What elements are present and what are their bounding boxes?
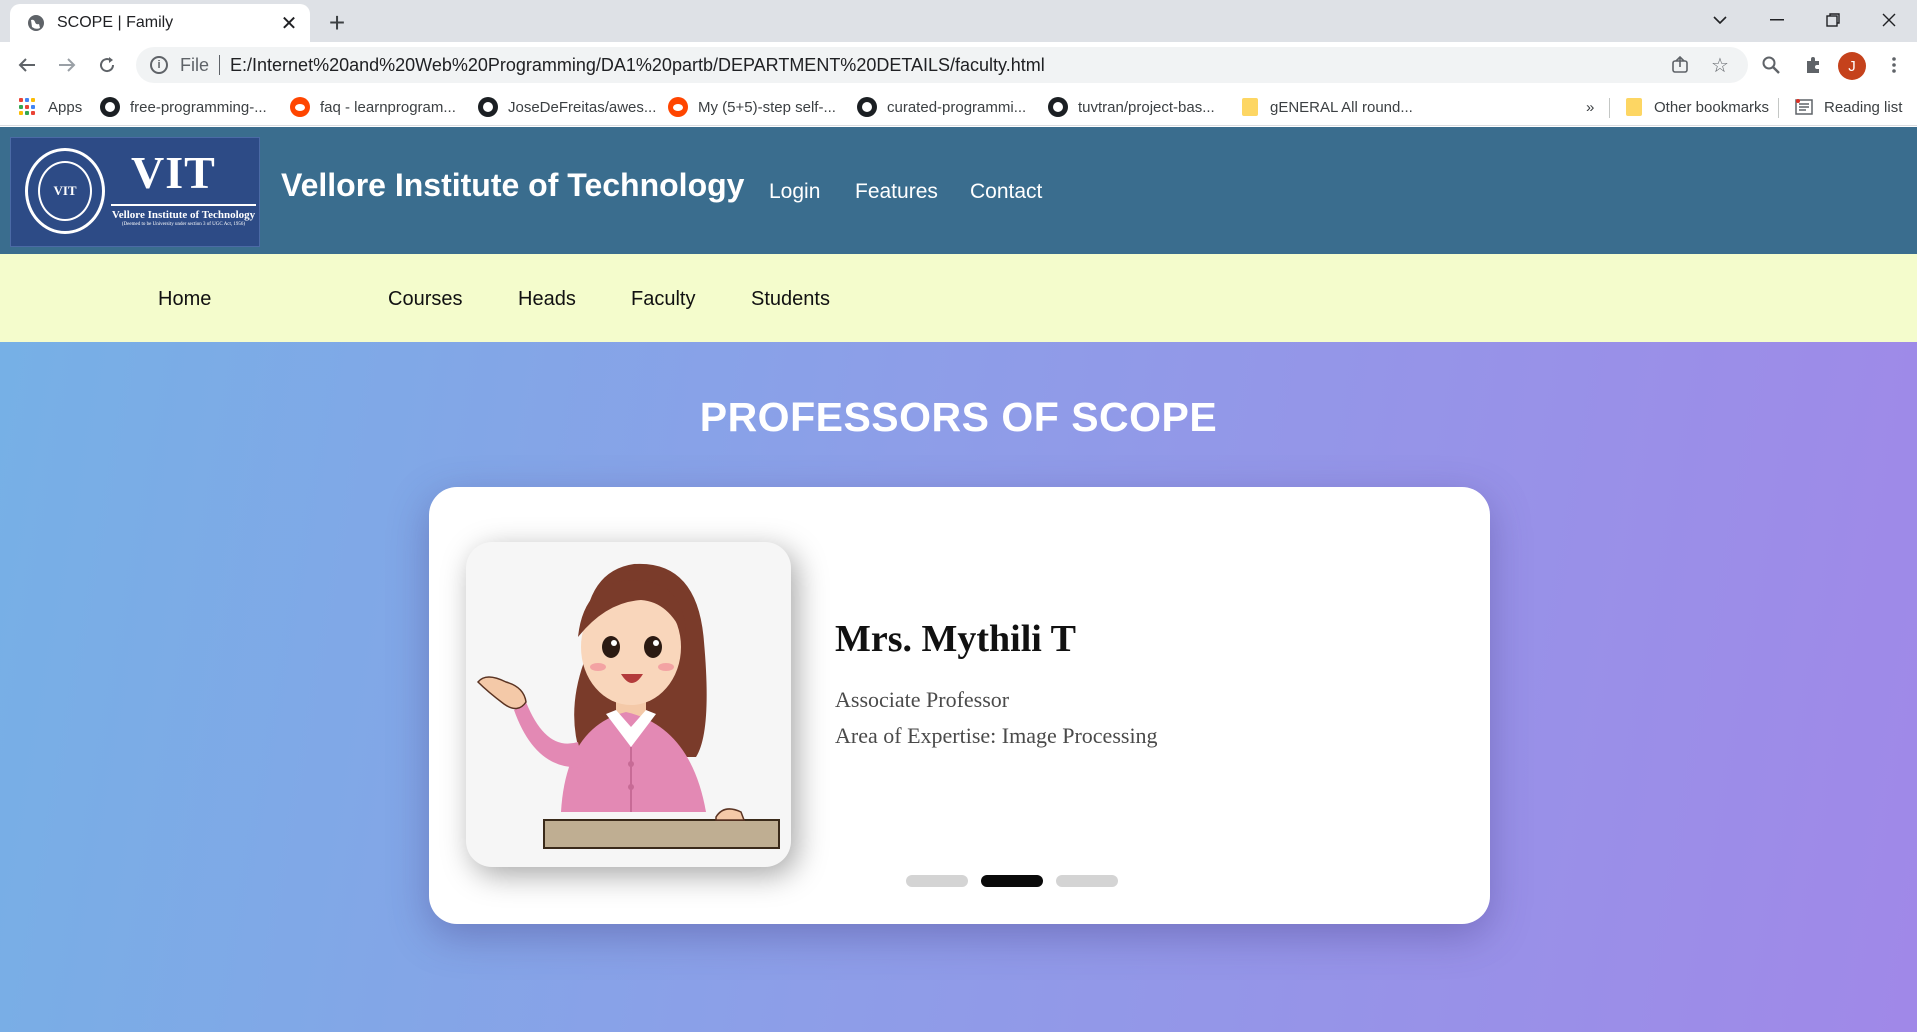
close-tab-icon[interactable]: ✕	[278, 12, 300, 35]
restore-icon[interactable]	[1813, 4, 1853, 36]
share-icon[interactable]	[1662, 47, 1698, 83]
bookmark-item[interactable]: free-programming-...	[100, 93, 267, 121]
reddit-icon	[668, 97, 688, 117]
browser-toolbar: i File E:/Internet%20and%20Web%20Program…	[0, 42, 1917, 88]
reading-list-icon	[1794, 97, 1814, 117]
carousel-dot-active[interactable]	[981, 875, 1043, 887]
professors-section: PROFESSORS OF SCOPE Mrs. Mythili T Assoc…	[0, 342, 1917, 1032]
more-menu-icon[interactable]	[1877, 48, 1911, 82]
bookmark-item[interactable]: faq - learnprogram...	[290, 93, 456, 121]
professor-photo	[466, 542, 791, 867]
bookmarks-divider	[1778, 98, 1779, 118]
professor-card: Mrs. Mythili T Associate Professor Area …	[429, 487, 1490, 924]
seal-text: VIT	[38, 161, 92, 221]
bookmark-label: Other bookmarks	[1654, 98, 1770, 116]
bookmarks-overflow-chevron[interactable]: »	[1586, 93, 1594, 121]
bookmark-label: Reading list	[1824, 98, 1903, 116]
site-header: VIT VIT Vellore Institute of Technology …	[0, 127, 1917, 254]
bookmarks-bar: Apps free-programming-... faq - learnpro…	[0, 88, 1917, 126]
zoom-search-icon[interactable]	[1754, 48, 1788, 82]
professor-name: Mrs. Mythili T	[835, 618, 1077, 660]
new-tab-icon[interactable]: +	[322, 7, 352, 38]
teacher-illustration-icon	[476, 563, 780, 849]
carousel-dot[interactable]	[906, 875, 968, 887]
logo-name: Vellore Institute of Technology	[111, 204, 256, 221]
professor-expertise: Area of Expertise: Image Processing	[835, 723, 1158, 748]
bookmark-label: My (5+5)-step self-...	[698, 98, 836, 116]
subnav-students-link[interactable]: Students	[751, 288, 830, 311]
url-text[interactable]: E:/Internet%20and%20Web%20Programming/DA…	[230, 55, 1045, 76]
bookmark-label: curated-programmi...	[887, 98, 1027, 116]
subnav-heads-link[interactable]: Heads	[518, 288, 576, 311]
browser-tab[interactable]: SCOPE | Family ✕	[10, 4, 310, 42]
apps-grid-icon	[18, 97, 38, 117]
site-info-icon[interactable]: i	[150, 56, 168, 74]
bookmark-label: Apps	[48, 98, 83, 116]
profile-avatar[interactable]: J	[1838, 52, 1866, 80]
professor-role: Associate Professor	[835, 687, 1010, 712]
extensions-puzzle-icon[interactable]	[1796, 48, 1830, 82]
forward-arrow-icon[interactable]	[50, 48, 84, 82]
bookmark-item[interactable]: JoseDeFreitas/awes...	[478, 93, 656, 121]
github-icon	[478, 97, 498, 117]
bookmark-item[interactable]: My (5+5)-step self-...	[668, 93, 836, 121]
reading-list-button[interactable]: Reading list	[1794, 93, 1902, 121]
back-arrow-icon[interactable]	[10, 48, 44, 82]
carousel-indicators	[906, 875, 1118, 887]
bookmark-label: gENERAL All round...	[1270, 98, 1413, 116]
department-nav: Home Courses Heads Faculty Students	[0, 254, 1917, 342]
page-viewport: VIT VIT Vellore Institute of Technology …	[0, 127, 1917, 1032]
logo-mark: VIT	[131, 147, 216, 198]
vit-logo[interactable]: VIT VIT Vellore Institute of Technology …	[10, 137, 260, 247]
address-divider	[219, 55, 221, 75]
github-icon	[857, 97, 877, 117]
bookmark-label: free-programming-...	[130, 98, 267, 116]
minimize-icon[interactable]	[1757, 4, 1797, 36]
carousel-dot[interactable]	[1056, 875, 1118, 887]
bookmark-item[interactable]: tuvtran/project-bas...	[1048, 93, 1215, 121]
folder-icon	[1624, 97, 1644, 117]
section-title: PROFESSORS OF SCOPE	[699, 394, 1218, 440]
subnav-home-link[interactable]: Home	[158, 288, 211, 311]
bookmark-label: faq - learnprogram...	[320, 98, 456, 116]
bookmark-item[interactable]: curated-programmi...	[857, 93, 1026, 121]
address-bar[interactable]: i File E:/Internet%20and%20Web%20Program…	[136, 47, 1748, 83]
tab-title: SCOPE | Family	[57, 14, 174, 31]
close-window-icon[interactable]	[1869, 4, 1909, 36]
bookmark-other-folder[interactable]: Other bookmarks	[1624, 93, 1769, 121]
github-icon	[1048, 97, 1068, 117]
reload-icon[interactable]	[90, 48, 124, 82]
scheme-label: File	[180, 54, 210, 75]
folder-icon	[1240, 97, 1260, 117]
bookmark-star-icon[interactable]: ☆	[1702, 47, 1738, 83]
bookmarks-divider	[1609, 98, 1610, 118]
logo-tagline: (Deemed to be University under section 3…	[121, 222, 246, 227]
globe-icon	[25, 12, 47, 34]
site-title: Vellore Institute of Technology	[281, 167, 745, 203]
browser-tab-strip: SCOPE | Family ✕ +	[0, 0, 1917, 42]
nav-contact-link[interactable]: Contact	[970, 180, 1042, 204]
tab-search-chevron-icon[interactable]	[1700, 4, 1740, 36]
subnav-faculty-link[interactable]: Faculty	[631, 288, 695, 311]
nav-features-link[interactable]: Features	[855, 180, 938, 204]
bookmark-label: tuvtran/project-bas...	[1078, 98, 1215, 116]
github-icon	[100, 97, 120, 117]
subnav-courses-link[interactable]: Courses	[388, 288, 462, 311]
reddit-icon	[290, 97, 310, 117]
nav-login-link[interactable]: Login	[769, 180, 820, 204]
bookmark-label: JoseDeFreitas/awes...	[508, 98, 657, 116]
bookmark-apps[interactable]: Apps	[18, 93, 82, 121]
bookmark-item[interactable]: gENERAL All round...	[1240, 93, 1413, 121]
university-seal-icon: VIT	[25, 148, 105, 234]
